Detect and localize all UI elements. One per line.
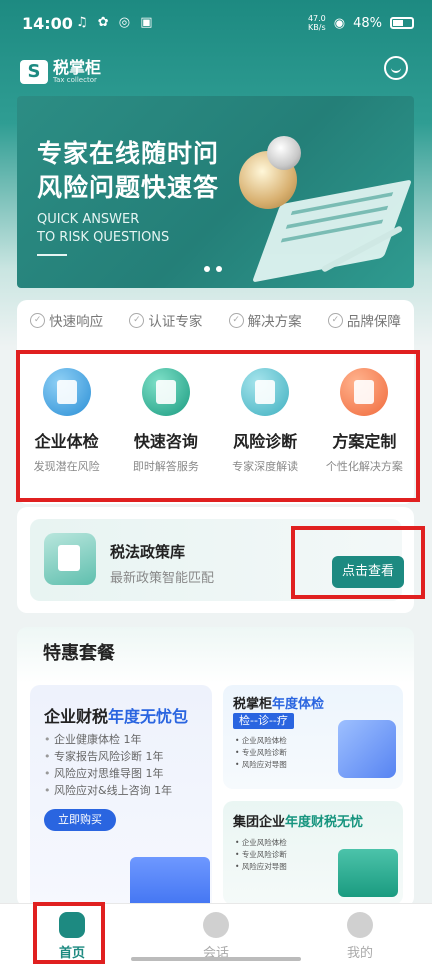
buy-now-button[interactable]: 立即购买 [44,809,116,831]
highlight-box-view-button [291,526,425,599]
tag-solution: ✓ 解决方案 [228,310,302,330]
check-icon: ✓ [30,312,46,328]
wifi-icon: ◉ [333,15,346,31]
tab-chat[interactable]: 会话 [144,904,288,964]
packages-title: 特惠套餐 [37,639,115,667]
policy-title: 税法政策库 [110,543,186,561]
folder-illustration [130,857,210,907]
service-tags: ✓ 快速响应 ✓ 认证专家 ✓ 解决方案 ✓ 品牌保障 [17,300,414,340]
status-bar: 14:00 ♫ ✿ ◎ ▣ 47.0 KB/s ◉ 48% [0,0,432,46]
package-title: 税掌柜年度体检 [233,697,325,712]
check-icon: ✓ [228,312,244,328]
package-items: 企业风险体检 专业风险诊断 风险应对导图 [235,735,287,771]
package-items: 企业健康体检 1年 专家报告风险诊断 1年 风险应对思维导图 1年 风险应对&线… [44,731,172,799]
highlight-box-features [16,350,420,502]
brand-subtitle: Tax collector [53,76,97,84]
banner-headline-1: 专家在线随时问 [37,139,220,168]
policy-book-icon [44,533,96,585]
notification-icons: ♫ ✿ ◎ ▣ [76,15,156,30]
package-title: 企业财税年度无忧包 [44,707,189,726]
banner-english-1: QUICK ANSWER [37,212,140,227]
carousel-indicator[interactable] [204,266,222,272]
tag-fast-response: ✓ 快速响应 [30,310,103,330]
package-items: 企业风险体检 专业风险诊断 风险应对导图 [235,837,287,873]
status-time: 14:00 [22,14,73,33]
banner-headline-2: 风险问题快速答 [37,173,220,202]
user-icon [347,912,373,938]
banner-underline [37,254,67,256]
brand-name: 税掌柜 [53,58,102,77]
customer-service-icon[interactable] [384,56,408,80]
highlight-box-home-tab [33,902,105,964]
packages-section: 特惠套餐 企业财税年度无忧包 企业健康体检 1年 专家报告风险诊断 1年 风险应… [17,627,414,907]
tag-certified-expert: ✓ 认证专家 [129,310,202,330]
battery-level: 48% [353,15,382,31]
check-icon: ✓ [327,312,343,328]
folder-illustration [338,849,398,897]
network-speed: 47.0 KB/s [307,14,326,32]
package-annual-checkup[interactable]: 税掌柜年度体检 检--诊--疗 企业风险体检 专业风险诊断 风险应对导图 [223,685,403,789]
policy-subtitle: 最新政策智能匹配 [110,571,215,586]
app-logo: S 税掌柜 Tax collector [20,58,101,86]
banner-english-2: TO RISK QUESTIONS [37,230,170,245]
chat-icon [203,912,229,938]
gesture-bar[interactable] [131,957,301,961]
package-annual-worry-free[interactable]: 企业财税年度无忧包 企业健康体检 1年 专家报告风险诊断 1年 风险应对思维导图… [30,685,212,907]
coin-illustration-small [267,136,301,170]
check-icon: ✓ [129,312,145,328]
tab-profile[interactable]: 我的 [288,904,432,964]
package-title: 集团企业年度财税无忧 [233,815,364,830]
blocks-illustration [338,720,396,778]
logo-icon: S [20,60,48,84]
battery-icon [390,17,414,29]
tag-brand-guarantee: ✓ 品牌保障 [327,310,401,330]
package-tag: 检--诊--疗 [233,713,294,729]
package-group-enterprise[interactable]: 集团企业年度财税无忧 企业风险体检 专业风险诊断 风险应对导图 [223,801,403,905]
promo-banner[interactable]: 专家在线随时问 风险问题快速答 QUICK ANSWER TO RISK QUE… [17,96,414,288]
